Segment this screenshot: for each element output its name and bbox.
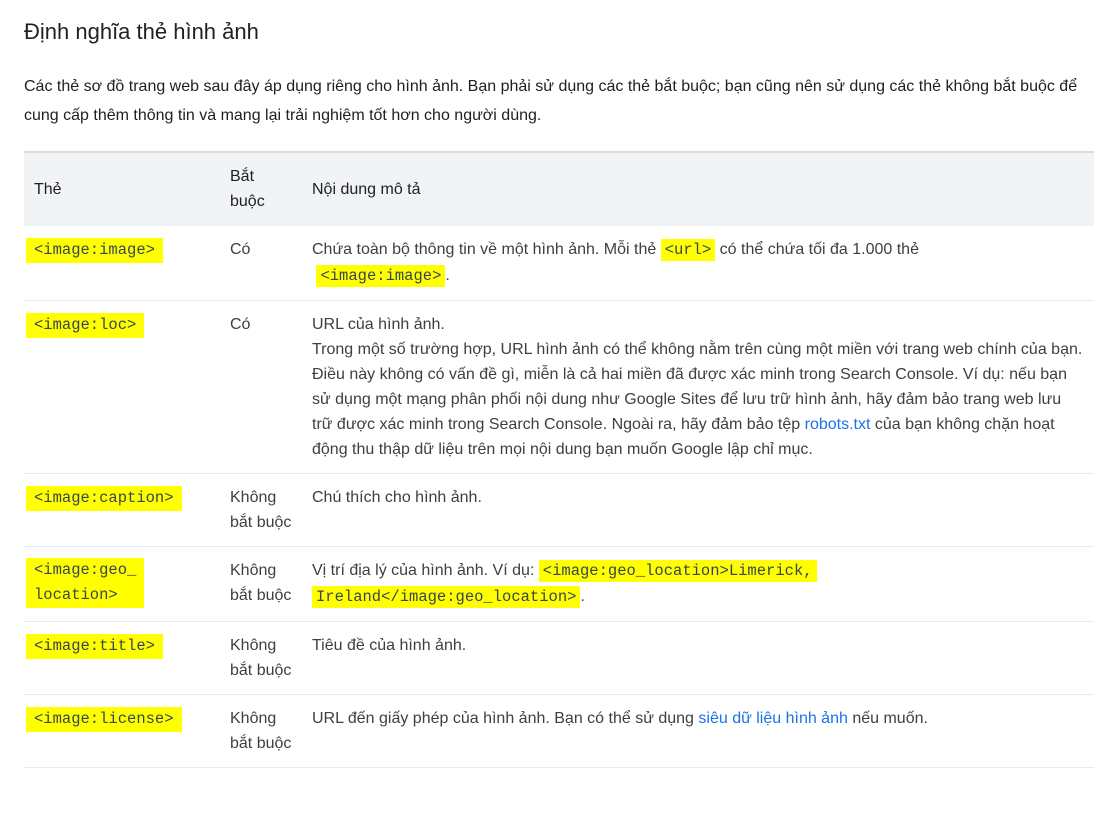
description-cell: Vị trí địa lý của hình ảnh. Ví dụ: <imag… — [302, 546, 1094, 622]
tag-code-line: location> — [34, 586, 118, 604]
description-cell: Chứa toàn bộ thông tin về một hình ảnh. … — [302, 226, 1094, 301]
description-cell: Tiêu đề của hình ảnh. — [302, 621, 1094, 695]
description-text: URL của hình ảnh. — [312, 316, 445, 333]
intro-paragraph: Các thẻ sơ đồ trang web sau đây áp dụng … — [24, 78, 1078, 124]
table-row: <image:loc> Có URL của hình ảnh. Trong mộ… — [24, 300, 1094, 474]
required-cell: Không bắt buộc — [220, 621, 302, 695]
required-cell: Không bắt buộc — [220, 473, 302, 547]
tag-code-line: <image:geo_ — [34, 561, 137, 579]
table-row: <image:geo_ location> Không bắt buộc Vị t… — [24, 546, 1094, 622]
description-text: URL đến giấy phép của hình ảnh. Bạn có t… — [312, 710, 699, 727]
description-text: Chứa toàn bộ thông tin về một hình ảnh. … — [312, 241, 661, 258]
description-cell: URL đến giấy phép của hình ảnh. Bạn có t… — [302, 694, 1094, 768]
header-tag: Thẻ — [34, 180, 62, 198]
required-cell: Có — [220, 300, 302, 474]
tag-code: <image:loc> — [26, 313, 145, 338]
tag-cell: <image:image> — [24, 226, 220, 301]
tag-code: <image:license> — [26, 707, 182, 732]
description-text: có thể chứa tối đa 1.000 thẻ — [715, 241, 919, 258]
header-description: Nội dung mô tả — [312, 180, 421, 198]
page: Định nghĩa thẻ hình ảnh Các thẻ sơ đồ tr… — [0, 0, 1111, 768]
description-text: . — [580, 588, 585, 605]
tag-cell: <image:title> — [24, 621, 220, 695]
tag-code: <image:title> — [26, 634, 163, 659]
description-text: nếu muốn. — [847, 710, 928, 727]
inline-code: <url> — [660, 239, 716, 261]
required-cell: Có — [220, 226, 302, 301]
required-cell: Không bắt buộc — [220, 546, 302, 622]
table-row: <image:image> Có Chứa toàn bộ thông tin … — [24, 226, 1094, 301]
tag-cell: <image:caption> — [24, 473, 220, 547]
table-row: <image:title> Không bắt buộc Tiêu đề của… — [24, 621, 1094, 695]
tag-cell: <image:license> — [24, 694, 220, 768]
table-row: <image:caption> Không bắt buộc Chú thích… — [24, 473, 1094, 547]
robots-txt-link[interactable]: robots.txt — [805, 416, 871, 433]
tag-code: <image:caption> — [26, 486, 182, 511]
header-required: Bắt buộc — [230, 168, 265, 210]
tag-cell: <image:geo_ location> — [24, 546, 220, 622]
description-cell: URL của hình ảnh. Trong một số trường hợp… — [302, 300, 1094, 474]
image-tags-table: Thẻ Bắt buộc Nội dung mô tả <image:image… — [24, 151, 1094, 768]
image-metadata-link[interactable]: siêu dữ liệu hình ảnh — [698, 710, 847, 727]
inline-code: <image:image> — [316, 265, 446, 287]
description-cell: Chú thích cho hình ảnh. — [302, 473, 1094, 547]
tag-code: <image:geo_ location> — [26, 558, 145, 608]
tag-cell: <image:loc> — [24, 300, 220, 474]
tag-code: <image:image> — [26, 238, 163, 263]
description-text: . — [445, 267, 450, 284]
table-row: <image:license> Không bắt buộc URL đến g… — [24, 694, 1094, 768]
description-text: Vị trí địa lý của hình ảnh. Ví dụ: — [312, 562, 539, 579]
page-title: Định nghĩa thẻ hình ảnh — [24, 19, 259, 44]
required-cell: Không bắt buộc — [220, 694, 302, 768]
table-header-row: Thẻ Bắt buộc Nội dung mô tả — [24, 152, 1094, 226]
